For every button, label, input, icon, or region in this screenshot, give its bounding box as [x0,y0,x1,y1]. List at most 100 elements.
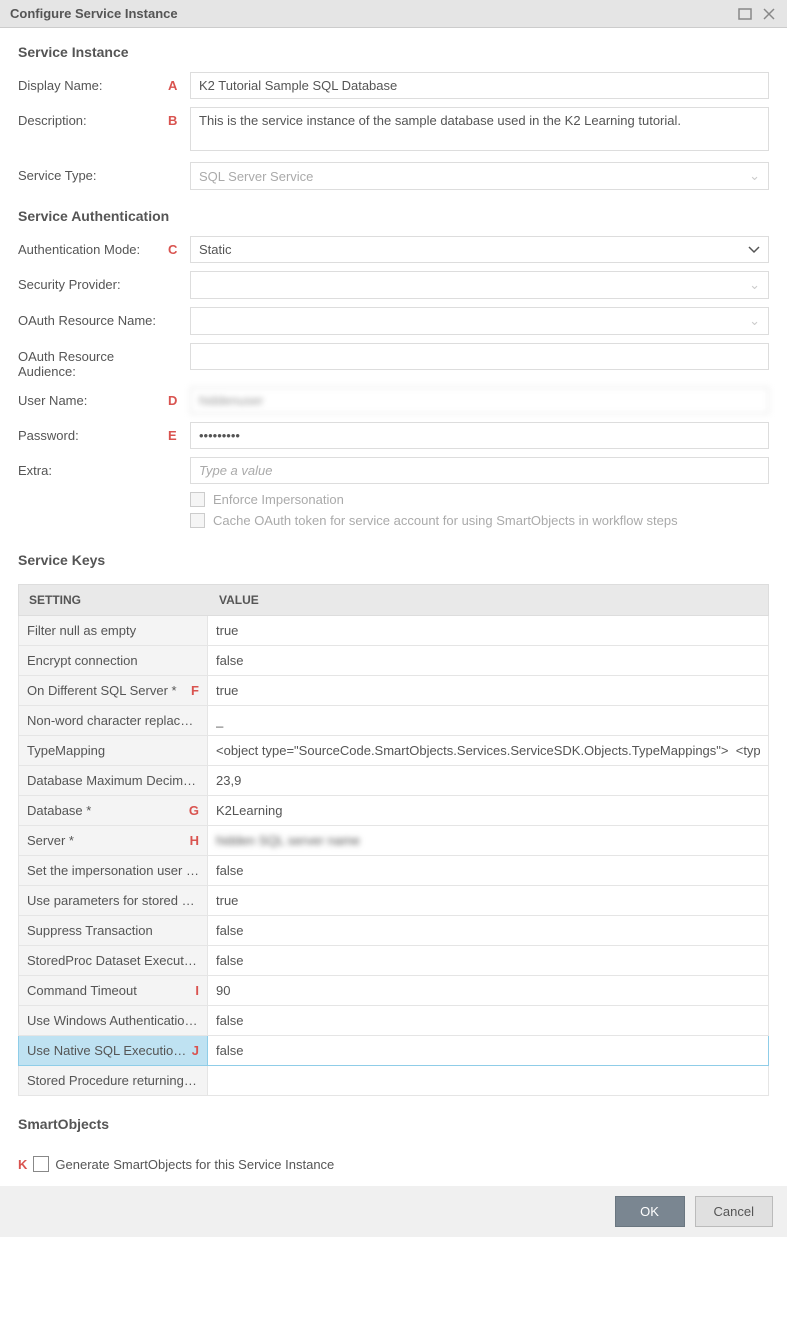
table-row[interactable]: Suppress Transaction [18,916,769,946]
close-icon[interactable] [761,7,777,21]
value-input[interactable] [216,713,760,728]
table-row[interactable]: Database Maximum Decimal Va… [18,766,769,796]
display-name-label: Display Name: [18,72,168,93]
table-row[interactable]: TypeMapping [18,736,769,766]
value-cell[interactable] [208,916,769,946]
enforce-impersonation-row: Enforce Impersonation [190,492,769,507]
value-input[interactable] [216,833,760,848]
password-label: Password: [18,422,168,443]
cancel-button[interactable]: Cancel [695,1196,773,1227]
value-input[interactable] [216,743,760,758]
value-cell[interactable] [208,856,769,886]
setting-label: Stored Procedure returning XM… [27,1073,199,1088]
table-row[interactable]: StoredProc Dataset Execution [18,946,769,976]
value-input[interactable] [216,893,760,908]
password-input[interactable] [190,422,769,449]
value-input[interactable] [216,983,760,998]
value-input[interactable] [216,1073,760,1088]
value-cell[interactable] [208,646,769,676]
table-row[interactable]: Database *G [18,796,769,826]
table-row[interactable]: Server *H [18,826,769,856]
value-input[interactable] [216,803,760,818]
ok-button[interactable]: OK [615,1196,685,1227]
cache-oauth-checkbox[interactable] [190,513,205,528]
value-input[interactable] [216,773,760,788]
value-cell[interactable] [208,706,769,736]
service-keys-table: SETTING VALUE Filter null as empty Encryp… [18,584,769,1096]
value-input[interactable] [216,683,760,698]
value-input[interactable] [216,1013,760,1028]
section-service-auth: Service Authentication [18,208,769,224]
value-input[interactable] [216,653,760,668]
setting-cell: TypeMapping [18,736,208,766]
oauth-audience-input[interactable] [190,343,769,370]
table-row[interactable]: Use Windows Authentication fo… [18,1006,769,1036]
value-cell[interactable] [208,796,769,826]
marker-a: A [168,72,190,93]
setting-label: Command Timeout [27,983,191,998]
th-setting: SETTING [19,585,209,615]
setting-cell: StoredProc Dataset Execution [18,946,208,976]
th-value: VALUE [209,585,768,615]
oauth-resource-select[interactable]: ⌄ [190,307,769,335]
section-service-keys: Service Keys [18,552,769,568]
value-input[interactable] [216,1043,760,1058]
value-input[interactable] [216,953,760,968]
value-input[interactable] [216,863,760,878]
display-name-input[interactable] [190,72,769,99]
table-row[interactable]: On Different SQL Server * F [18,676,769,706]
setting-cell: Command TimeoutI [18,976,208,1006]
value-cell[interactable] [208,736,769,766]
chevron-down-icon [748,242,760,257]
value-cell[interactable] [208,1036,769,1066]
value-input[interactable] [216,623,760,638]
setting-label: Use Native SQL Execution * [27,1043,188,1058]
chevron-down-icon: ⌄ [749,277,760,293]
marker-e: E [168,422,190,443]
value-cell[interactable] [208,826,769,856]
value-cell[interactable] [208,946,769,976]
extra-input[interactable] [190,457,769,484]
value-cell[interactable] [208,766,769,796]
setting-label: Encrypt connection [27,653,199,668]
setting-cell: Encrypt connection [18,646,208,676]
table-row[interactable]: Command TimeoutI [18,976,769,1006]
auth-mode-select[interactable]: Static [190,236,769,263]
value-cell[interactable] [208,676,769,706]
setting-label: On Different SQL Server * [27,683,187,698]
setting-label: Server * [27,833,186,848]
marker-c: C [168,236,190,257]
table-row[interactable]: Non-word character replaceme… [18,706,769,736]
maximize-icon[interactable] [737,7,753,21]
table-row[interactable]: Use parameters for stored proc… [18,886,769,916]
table-row[interactable]: Encrypt connection [18,646,769,676]
username-input[interactable] [190,387,769,414]
generate-smartobjects-checkbox[interactable] [33,1156,49,1172]
table-header: SETTING VALUE [18,584,769,616]
enforce-impersonation-label: Enforce Impersonation [213,492,344,507]
marker-b: B [168,107,190,128]
value-cell[interactable] [208,976,769,1006]
titlebar: Configure Service Instance [0,0,787,28]
value-cell[interactable] [208,1066,769,1096]
setting-cell: Stored Procedure returning XM… [18,1066,208,1096]
value-cell[interactable] [208,886,769,916]
section-smartobjects: SmartObjects [18,1116,769,1132]
table-row[interactable]: Set the impersonation user on t… [18,856,769,886]
service-type-select[interactable]: SQL Server Service ⌄ [190,162,769,190]
setting-cell: Filter null as empty [18,616,208,646]
security-provider-select[interactable]: ⌄ [190,271,769,299]
auth-mode-value: Static [199,242,232,257]
table-row[interactable]: Filter null as empty [18,616,769,646]
setting-cell: Use Native SQL Execution *J [18,1036,208,1066]
table-row[interactable]: Use Native SQL Execution *J [18,1036,769,1066]
marker-f: F [191,683,199,698]
setting-label: Database * [27,803,185,818]
value-input[interactable] [216,923,760,938]
oauth-audience-label: OAuth Resource Audience: [18,343,168,379]
value-cell[interactable] [208,616,769,646]
value-cell[interactable] [208,1006,769,1036]
description-input[interactable]: This is the service instance of the samp… [190,107,769,151]
table-row[interactable]: Stored Procedure returning XM… [18,1066,769,1096]
enforce-impersonation-checkbox[interactable] [190,492,205,507]
